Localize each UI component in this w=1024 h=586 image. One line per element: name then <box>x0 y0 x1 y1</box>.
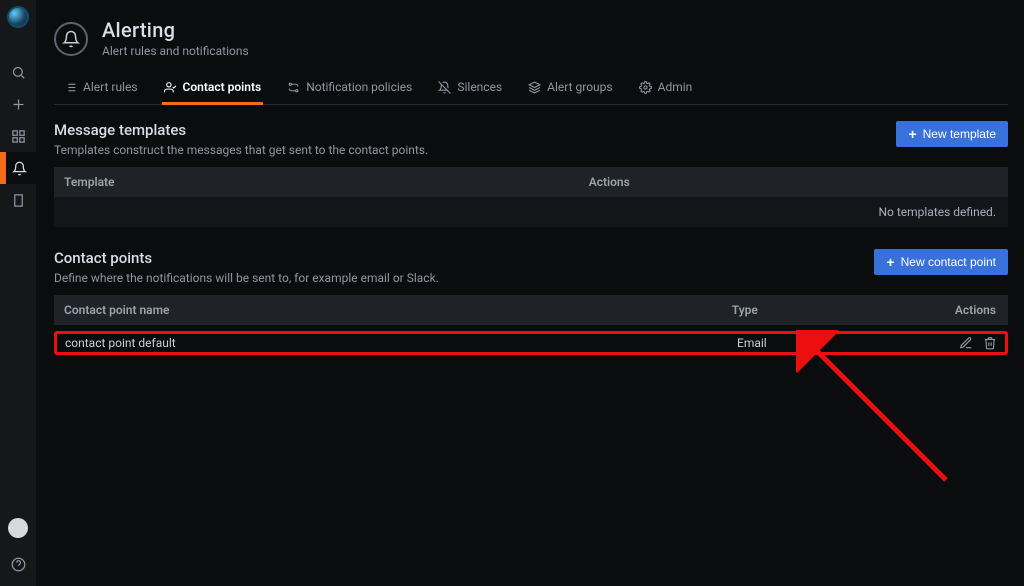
delete-button[interactable] <box>983 336 997 350</box>
col-actions: Actions <box>913 295 1008 325</box>
edit-button[interactable] <box>959 336 973 350</box>
nav-help[interactable] <box>0 548 36 580</box>
col-type: Type <box>722 295 913 325</box>
dashboards-icon <box>11 129 26 144</box>
tab-label: Contact points <box>183 80 262 94</box>
col-template: Template <box>54 167 579 197</box>
nav-create[interactable] <box>0 88 36 120</box>
section-title: Message templates <box>54 121 428 139</box>
contact-point-row-highlighted[interactable]: contact point default Email <box>54 331 1008 355</box>
new-template-button[interactable]: + New template <box>896 121 1008 147</box>
page-header: Alerting Alert rules and notifications <box>54 18 1008 58</box>
plus-icon: + <box>886 257 894 267</box>
templates-empty-text: No templates defined. <box>54 197 1008 227</box>
templates-table: Template Actions No templates defined. <box>54 167 1008 227</box>
tab-label: Alert groups <box>547 80 612 94</box>
section-title: Contact points <box>54 249 439 267</box>
search-icon <box>11 65 26 80</box>
contact-point-name: contact point default <box>65 336 737 350</box>
page-title: Alerting <box>102 18 249 42</box>
contact-points-table: Contact point name Type Actions <box>54 295 1008 325</box>
nav-alerting[interactable] <box>0 152 36 184</box>
tab-notification-policies[interactable]: Notification policies <box>285 72 414 104</box>
nav-dashboards[interactable] <box>0 120 36 152</box>
tab-label: Alert rules <box>83 80 138 94</box>
nav-server-admin[interactable] <box>0 184 36 216</box>
layers-icon <box>528 81 541 94</box>
gear-icon <box>639 81 652 94</box>
contact-points-icon <box>164 81 177 94</box>
bell-icon <box>12 161 27 176</box>
col-actions: Actions <box>579 167 1008 197</box>
plus-icon: + <box>908 129 916 139</box>
tab-contact-points[interactable]: Contact points <box>162 72 264 104</box>
button-label: New template <box>923 127 996 141</box>
tab-label: Notification policies <box>306 80 412 94</box>
section-desc: Templates construct the messages that ge… <box>54 143 428 157</box>
list-icon <box>64 81 77 94</box>
left-sidebar <box>0 0 36 586</box>
section-desc: Define where the notifications will be s… <box>54 271 439 285</box>
user-avatar[interactable] <box>8 518 28 538</box>
building-icon <box>11 193 26 208</box>
tab-alert-rules[interactable]: Alert rules <box>62 72 140 104</box>
routes-icon <box>287 81 300 94</box>
app-logo[interactable] <box>7 6 29 28</box>
main-content: Alerting Alert rules and notifications A… <box>36 0 1024 586</box>
page-subtitle: Alert rules and notifications <box>102 44 249 58</box>
new-contact-point-button[interactable]: + New contact point <box>874 249 1008 275</box>
page-header-icon <box>54 22 88 56</box>
plus-icon <box>11 97 26 112</box>
message-templates-section: Message templates Templates construct th… <box>54 121 1008 227</box>
contact-points-section: Contact points Define where the notifica… <box>54 249 1008 355</box>
mute-bell-icon <box>438 81 451 94</box>
templates-empty-row: No templates defined. <box>54 197 1008 227</box>
tab-admin[interactable]: Admin <box>637 72 695 104</box>
nav-search[interactable] <box>0 56 36 88</box>
tab-alert-groups[interactable]: Alert groups <box>526 72 614 104</box>
tab-label: Silences <box>457 80 502 94</box>
tab-bar: Alert rules Contact points Notification … <box>54 72 1008 105</box>
contact-point-type: Email <box>737 336 959 350</box>
col-name: Contact point name <box>54 295 722 325</box>
button-label: New contact point <box>901 255 996 269</box>
tab-silences[interactable]: Silences <box>436 72 504 104</box>
help-icon <box>11 557 26 572</box>
tab-label: Admin <box>658 80 693 94</box>
